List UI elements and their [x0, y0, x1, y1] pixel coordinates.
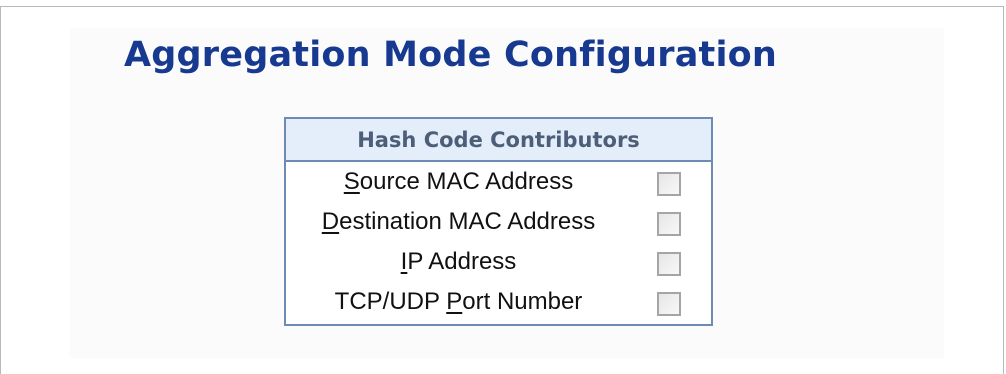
- row-source-mac: Source MAC Address: [286, 162, 711, 202]
- source-mac-checkbox[interactable]: [657, 172, 681, 196]
- ip-address-checkbox[interactable]: [657, 252, 681, 276]
- row-ip-address: IP Address: [286, 242, 711, 282]
- page-title: Aggregation Mode Configuration: [124, 35, 778, 75]
- source-mac-label: Source MAC Address: [343, 168, 574, 195]
- ip-address-label: IP Address: [400, 248, 517, 275]
- row-tcp-udp-port: TCP/UDP Port Number: [286, 282, 711, 322]
- row-destination-mac: Destination MAC Address: [286, 202, 711, 242]
- destination-mac-checkbox[interactable]: [657, 212, 681, 236]
- table-header: Hash Code Contributors: [286, 119, 711, 162]
- hash-code-contributors-table: Hash Code Contributors Source MAC Addres…: [284, 117, 713, 326]
- tcp-udp-port-checkbox[interactable]: [657, 292, 681, 316]
- tcp-udp-port-label: TCP/UDP Port Number: [334, 288, 583, 315]
- destination-mac-label: Destination MAC Address: [321, 208, 596, 235]
